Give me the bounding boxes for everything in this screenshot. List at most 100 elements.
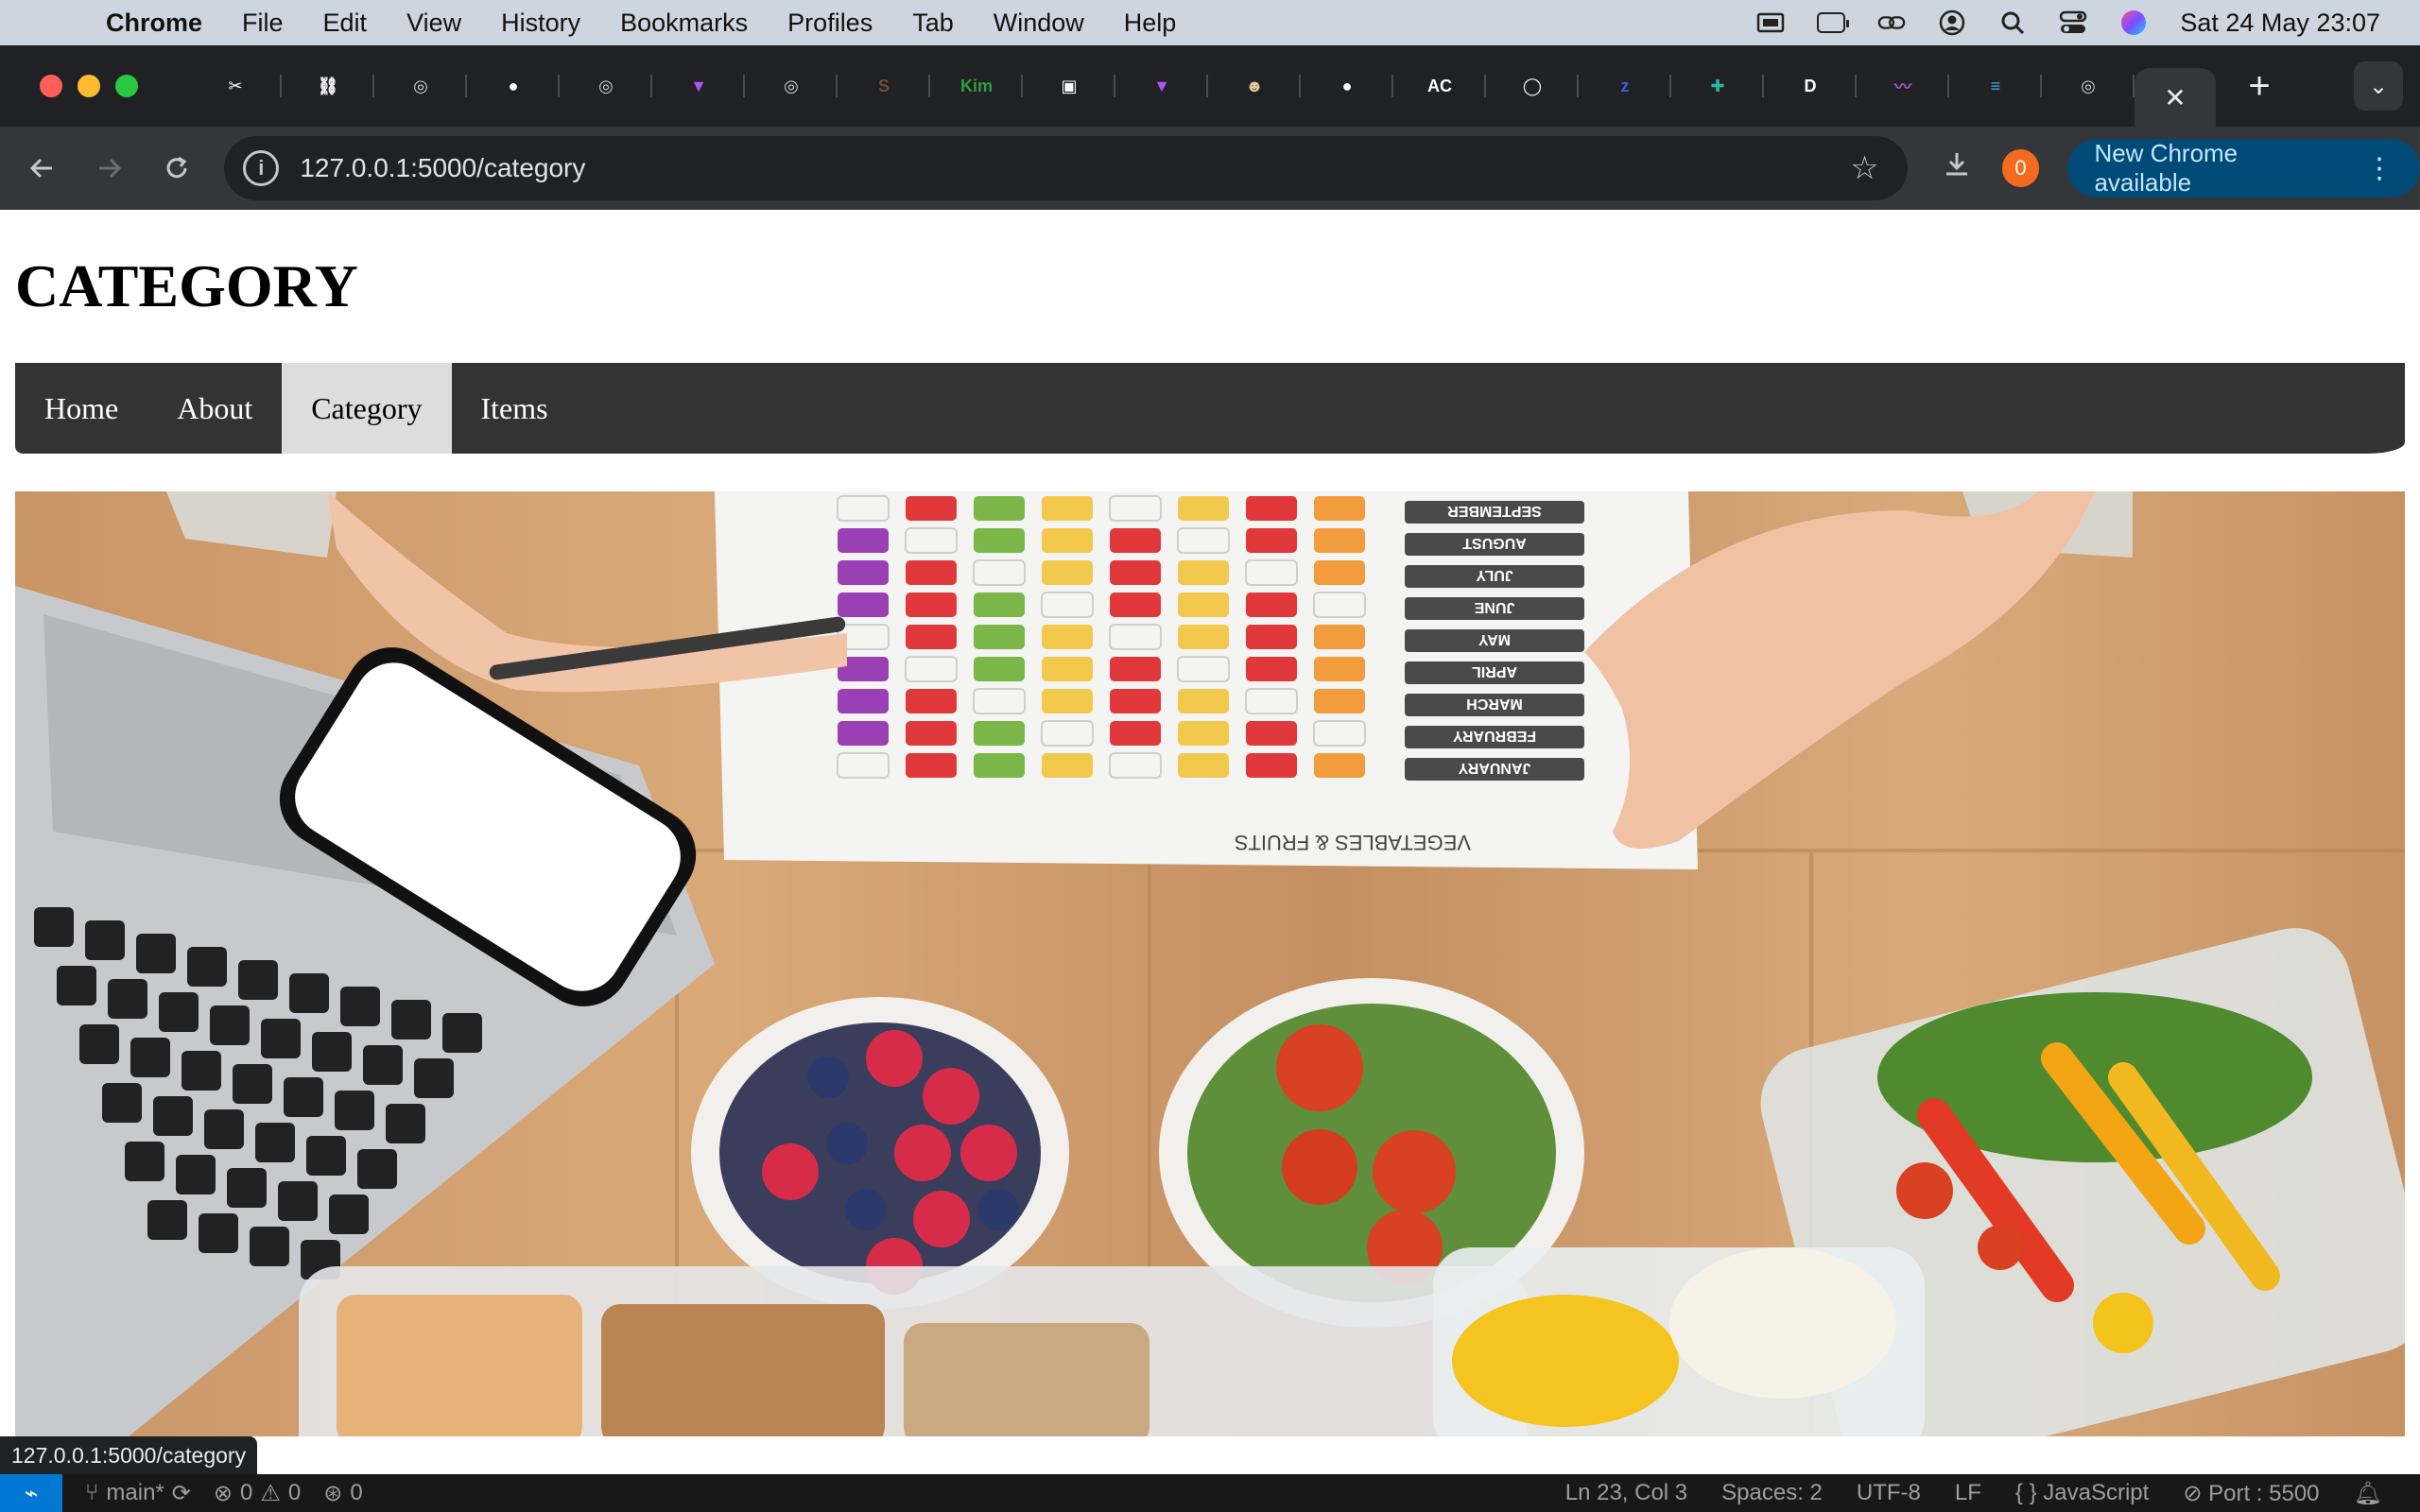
menu-bookmarks[interactable]: Bookmarks [620,9,748,38]
laptop-key [182,1051,221,1091]
siri-icon[interactable] [2119,10,2148,35]
tracker-cell [1178,560,1229,585]
forward-button[interactable] [76,134,144,202]
sync-icon[interactable]: ⟳ [172,1480,191,1507]
window-controls [40,75,138,97]
nav-category[interactable]: Category [282,363,452,454]
close-tab-icon[interactable]: ✕ [2164,82,2186,113]
tab-7[interactable]: S [838,61,930,111]
tab-4[interactable]: ◎ [560,61,652,111]
minimize-window-button[interactable] [78,75,100,97]
laptop-key [278,1181,318,1221]
laptop-key [153,1096,193,1136]
extension-badge[interactable]: 0 [2001,149,2040,187]
menu-window[interactable]: Window [994,9,1084,38]
live-server[interactable]: ⊘ Port : 5500 [2183,1480,2319,1507]
language-mode[interactable]: { } JavaScript [2015,1480,2149,1507]
tab-8[interactable]: Kim [930,61,1023,111]
new-tab-button[interactable]: + [2231,65,2288,108]
chrome-icon: ◎ [784,76,799,95]
tracker-cell [1178,689,1229,713]
menu-file[interactable]: File [242,9,284,38]
laptop-key [255,1123,295,1162]
chrome-icon: ◎ [413,76,428,95]
tracker-cell [906,560,957,585]
menu-history[interactable]: History [501,9,580,38]
tracker-cell [974,593,1025,617]
reload-button[interactable] [144,134,212,202]
encoding[interactable]: UTF-8 [1857,1480,1921,1507]
site-info-icon[interactable]: i [243,150,280,186]
tab-18[interactable]: 〰 [1857,61,1949,111]
tab-1[interactable]: ⛓ [282,61,374,111]
menu-tab[interactable]: Tab [912,9,954,38]
tab-14[interactable]: ◯ [1486,61,1579,111]
laptop-key [357,1149,397,1189]
tracker-cell [1246,528,1297,553]
tab-active[interactable]: ✕ [2135,68,2216,127]
laptop-key [227,1168,267,1208]
tab-5[interactable]: ▼ [652,61,745,111]
chrome-update-button[interactable]: New Chrome available ⋮ [2067,139,2420,198]
laptop-key [363,1045,403,1085]
tab-6[interactable]: ◎ [745,61,838,111]
url-text[interactable]: 127.0.0.1:5000/category [300,153,1850,183]
tracker-cell [1245,688,1298,714]
laptop-key [199,1213,238,1253]
tab-10[interactable]: ▼ [1115,61,1208,111]
tab-13[interactable]: AC [1393,61,1486,111]
github-icon: ● [508,76,519,95]
tab-search-button[interactable]: ⌄ [2354,61,2403,111]
tab-19[interactable]: ≡ [1949,61,2042,111]
tab-11[interactable]: ☻ [1208,61,1301,111]
notifications-icon[interactable]: 🔔︎ [2354,1480,2382,1507]
remote-icon[interactable]: ⌁ [0,1474,62,1512]
line-endings[interactable]: LF [1955,1480,1981,1507]
cursor-position[interactable]: Ln 23, Col 3 [1565,1480,1687,1507]
fullscreen-window-button[interactable] [115,75,138,97]
ports[interactable]: ⊛ 0 [323,1480,362,1507]
menu-edit[interactable]: Edit [323,9,368,38]
tab-3[interactable]: ● [467,61,560,111]
tab-12[interactable]: ● [1301,61,1393,111]
menu-view[interactable]: View [406,9,461,38]
menu-app-name[interactable]: Chrome [106,9,202,38]
tracker-cell [1177,527,1230,554]
menu-help[interactable]: Help [1124,9,1177,38]
tracker-cell [906,593,957,617]
tab-17[interactable]: D [1764,61,1857,111]
close-window-button[interactable] [40,75,62,97]
address-bar[interactable]: i 127.0.0.1:5000/category ☆ [224,136,1908,200]
nav-items[interactable]: Items [452,363,578,454]
clock[interactable]: Sat 24 May 23:07 [2180,9,2380,38]
user-account-icon[interactable] [1938,9,1966,36]
tab-20[interactable]: ◎ [2042,61,2135,111]
tab-2[interactable]: ◎ [374,61,467,111]
tab-0[interactable]: ✂ [189,61,282,111]
battery-icon[interactable] [1817,10,1850,35]
indentation[interactable]: Spaces: 2 [1721,1480,1823,1507]
bookmark-star-icon[interactable]: ☆ [1850,149,1878,187]
laptop-key [238,960,278,1000]
download-icon[interactable] [1923,149,1991,188]
control-center-icon[interactable] [2059,10,2087,35]
laptop-key [329,1194,369,1234]
d-icon: D [1804,76,1817,95]
tab-16[interactable]: ✚ [1671,61,1764,111]
problems[interactable]: ⊗ 0 ⚠ 0 [214,1480,301,1507]
tracker-cell [973,688,1026,714]
chrome-icon: ◎ [598,76,614,95]
tab-9[interactable]: ▣ [1023,61,1115,111]
search-icon[interactable] [1998,10,2027,35]
nav-home[interactable]: Home [15,363,147,454]
menu-profiles[interactable]: Profiles [787,9,873,38]
broken-link-icon: ✂ [228,76,243,95]
nav-about[interactable]: About [147,363,282,454]
git-branch[interactable]: ⑂ main* ⟳ [85,1480,191,1507]
kebab-menu-icon[interactable]: ⋮ [2365,152,2394,185]
screen-mirror-icon[interactable] [1756,10,1785,35]
link-status-icon[interactable] [1877,10,1906,35]
tab-15[interactable]: z [1579,61,1671,111]
tracker-cell [1042,560,1093,585]
back-button[interactable] [8,134,76,202]
